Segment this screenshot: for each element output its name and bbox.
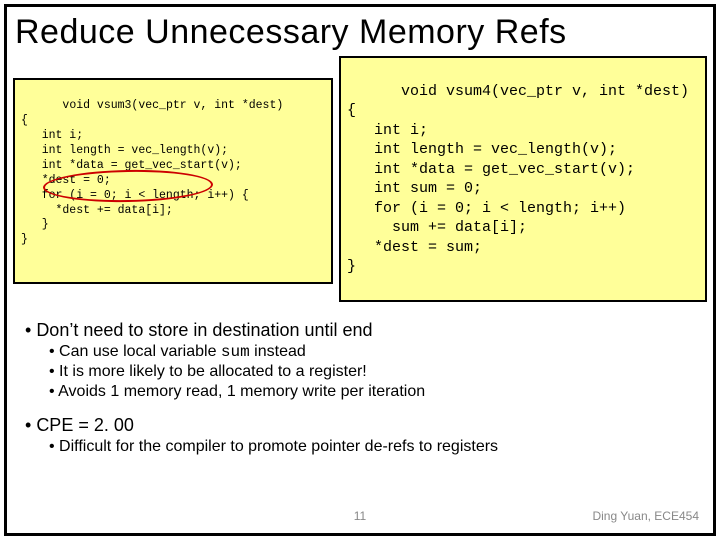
code-vsum3: void vsum3(vec_ptr v, int *dest) { int i…: [21, 99, 283, 246]
bullet-2a: Difficult for the compiler to promote po…: [25, 438, 695, 456]
bullet-1a-code: sum: [221, 343, 250, 361]
bullet-area: Don’t need to store in destination until…: [7, 302, 713, 456]
bullet-1: Don’t need to store in destination until…: [25, 320, 695, 341]
code-row: void vsum3(vec_ptr v, int *dest) { int i…: [7, 56, 713, 302]
bullet-2: CPE = 2. 00: [25, 415, 695, 436]
slide-frame: Reduce Unnecessary Memory Refs void vsum…: [4, 4, 716, 536]
footer-credit: Ding Yuan, ECE454: [592, 509, 699, 523]
slide-title: Reduce Unnecessary Memory Refs: [7, 7, 713, 56]
code-box-vsum3: void vsum3(vec_ptr v, int *dest) { int i…: [13, 78, 333, 284]
bullet-1a-pre: Can use local variable: [59, 343, 221, 360]
bullet-1b: It is more likely to be allocated to a r…: [25, 363, 695, 381]
bullet-1a-post: instead: [250, 343, 306, 360]
footer: 11 Ding Yuan, ECE454: [7, 509, 713, 523]
page-number: 11: [354, 509, 366, 523]
code-box-vsum4: void vsum4(vec_ptr v, int *dest) { int i…: [339, 56, 707, 302]
bullet-1c: Avoids 1 memory read, 1 memory write per…: [25, 383, 695, 401]
bullet-1a: Can use local variable sum instead: [25, 343, 695, 361]
code-vsum4: void vsum4(vec_ptr v, int *dest) { int i…: [347, 83, 689, 276]
